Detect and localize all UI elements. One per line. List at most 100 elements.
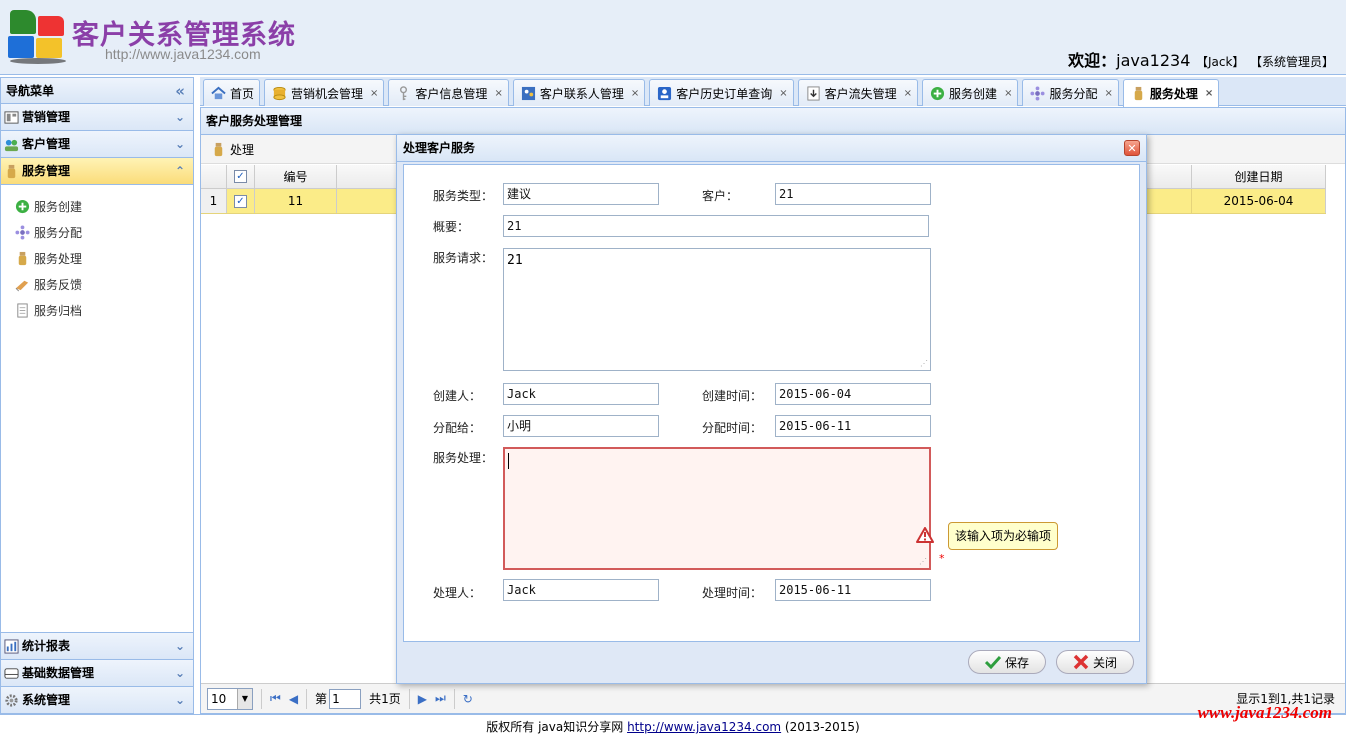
app-logo xyxy=(6,8,68,64)
nav-section-reports[interactable]: 统计报表 ⌄ xyxy=(1,632,193,659)
customer-field[interactable]: 21 xyxy=(775,183,931,205)
tab-label: 服务分配 xyxy=(1049,86,1098,101)
resize-handle-icon[interactable]: ⋰ xyxy=(920,360,928,368)
page-size-value: 10 xyxy=(211,691,227,706)
prev-page-icon[interactable]: ◀ xyxy=(289,692,298,706)
assignee-field[interactable]: 小明 xyxy=(503,415,659,437)
select-all-cell: ✓ xyxy=(227,165,255,188)
user-role: 【系统管理员】 xyxy=(1249,55,1334,69)
close-tab-icon[interactable]: × xyxy=(494,88,502,99)
close-tab-icon[interactable]: × xyxy=(779,88,787,99)
tab-service-process[interactable]: 服务处理 × xyxy=(1122,79,1220,107)
process-icon xyxy=(214,142,223,156)
process-button[interactable]: 处理 xyxy=(211,141,254,158)
nav-item-service-process[interactable]: 服务处理 xyxy=(15,245,193,271)
chevron-down-icon: ⌄ xyxy=(174,137,185,151)
assign-time-field[interactable]: 2015-06-11 xyxy=(775,415,931,437)
handle-time-label: 处理时间： xyxy=(702,586,763,600)
tab-marketing-opportunity[interactable]: 营销机会管理 × xyxy=(264,79,385,106)
handling-text xyxy=(508,453,509,469)
close-tab-icon[interactable]: × xyxy=(1205,88,1213,99)
nav-item-service-create[interactable]: 服务创建 xyxy=(15,193,193,219)
tab-label: 首页 xyxy=(230,86,255,101)
database-icon xyxy=(4,667,19,679)
separator xyxy=(306,688,308,709)
handler-field[interactable]: Jack xyxy=(503,579,659,601)
summary-field[interactable]: 21 xyxy=(503,215,929,237)
column-header-created[interactable]: 创建日期 xyxy=(1191,165,1326,188)
gear-icon xyxy=(5,693,18,707)
collapse-nav-icon[interactable]: « xyxy=(175,78,185,104)
nav-section-customers[interactable]: 客户管理 ⌄ xyxy=(1,131,193,158)
nav-item-service-feedback[interactable]: 服务反馈 xyxy=(15,271,193,297)
nav-section-label: 客户管理 xyxy=(22,136,71,151)
next-page-icon[interactable]: ▶ xyxy=(418,692,427,706)
tab-label: 客户历史订单查询 xyxy=(676,86,773,101)
refresh-icon[interactable]: ↻ xyxy=(463,692,473,706)
tab-service-assign[interactable]: 服务分配 × xyxy=(1022,79,1119,106)
nav-item-label: 服务创建 xyxy=(34,199,83,214)
page-size-select[interactable]: 10 ▼ xyxy=(207,687,253,710)
nav-section-marketing[interactable]: 营销管理 ⌄ xyxy=(1,104,193,131)
dialog-title: 处理客户服务 xyxy=(403,141,476,155)
row-checkbox[interactable]: ✓ xyxy=(234,194,247,208)
nav-item-label: 服务归档 xyxy=(34,303,83,318)
close-tab-icon[interactable]: × xyxy=(1004,88,1012,99)
close-dialog-icon[interactable]: ✕ xyxy=(1124,140,1140,156)
nav-bottom-sections: 统计报表 ⌄ 基础数据管理 ⌄ 系统管理 ⌄ xyxy=(1,632,193,713)
nav-title: 导航菜单 « xyxy=(1,78,193,104)
nav-section-system[interactable]: 系统管理 ⌄ xyxy=(1,686,193,713)
tab-service-create[interactable]: 服务创建 × xyxy=(922,79,1019,106)
handle-time-field[interactable]: 2015-06-11 xyxy=(775,579,931,601)
tab-customer-loss[interactable]: 客户流失管理 × xyxy=(797,79,919,106)
close-button[interactable]: 关闭 xyxy=(1055,650,1134,674)
home-icon xyxy=(211,86,226,99)
page-number-input[interactable]: 1 xyxy=(329,688,362,709)
handling-textarea[interactable]: ⋰ xyxy=(503,447,931,570)
order-icon xyxy=(658,86,672,100)
panel-title: 客户服务处理管理 xyxy=(201,108,1345,135)
service-type-label: 服务类型： xyxy=(433,189,494,203)
resize-handle-icon[interactable]: ⋰ xyxy=(919,558,927,566)
add-circle-icon xyxy=(930,86,945,100)
nav-section-basedata[interactable]: 基础数据管理 ⌄ xyxy=(1,659,193,686)
assign-time-label: 分配时间： xyxy=(702,421,763,435)
tab-customer-info[interactable]: 客户信息管理 × xyxy=(388,79,509,106)
tab-order-history[interactable]: 客户历史订单查询 × xyxy=(649,79,794,106)
close-tab-icon[interactable]: × xyxy=(904,88,912,99)
process-service-dialog: 处理客户服务 ✕ 服务类型： 建议 客户： 21 概要： 21 服务请求： 21… xyxy=(396,134,1147,684)
creator-label: 创建人： xyxy=(433,389,482,403)
close-tab-icon[interactable]: × xyxy=(1104,88,1112,99)
tab-label: 客户流失管理 xyxy=(824,86,897,101)
nav-item-service-archive[interactable]: 服务归档 xyxy=(15,297,193,323)
service-type-field[interactable]: 建议 xyxy=(503,183,659,205)
nav-section-service[interactable]: 服务管理 ⌃ xyxy=(1,158,193,185)
first-page-icon[interactable]: ⏮ xyxy=(270,691,281,706)
save-button[interactable]: 保存 xyxy=(967,650,1046,674)
separator xyxy=(261,688,262,709)
request-textarea[interactable]: 21 ⋰ xyxy=(503,248,931,371)
select-all-checkbox[interactable]: ✓ xyxy=(234,170,247,183)
handler-label: 处理人： xyxy=(433,586,482,600)
chevron-down-icon: ⌄ xyxy=(174,639,185,653)
pagination-bar: 10 ▼ ⏮ ◀ 第 1 共1页 ▶ ⏭ ↻ 显示1到1,共1记录 xyxy=(201,683,1345,713)
loss-icon xyxy=(807,85,820,101)
column-header-id[interactable]: 编号 xyxy=(255,165,337,188)
cell-id: 11 xyxy=(255,189,337,213)
close-tab-icon[interactable]: × xyxy=(370,88,378,99)
nav-item-service-assign[interactable]: 服务分配 xyxy=(15,219,193,245)
tab-home[interactable]: 首页 xyxy=(203,79,261,106)
tab-customer-contacts[interactable]: 客户联系人管理 × xyxy=(512,79,646,106)
close-tab-icon[interactable]: × xyxy=(631,88,639,99)
footer-link[interactable]: http://www.java1234.com xyxy=(627,720,781,734)
create-time-label: 创建时间： xyxy=(702,389,763,403)
app-url: http://www.java1234.com xyxy=(105,46,261,62)
nav-section-label: 服务管理 xyxy=(22,163,71,178)
tab-label: 客户联系人管理 xyxy=(539,86,624,101)
tab-label: 服务处理 xyxy=(1149,87,1198,101)
dialog-form: 服务类型： 建议 客户： 21 概要： 21 服务请求： 21 ⋰ 创建人： J… xyxy=(403,164,1140,642)
last-page-icon[interactable]: ⏭ xyxy=(435,691,446,706)
create-time-field[interactable]: 2015-06-04 xyxy=(775,383,931,405)
creator-field[interactable]: Jack xyxy=(503,383,659,405)
customer-label: 客户： xyxy=(702,189,739,203)
